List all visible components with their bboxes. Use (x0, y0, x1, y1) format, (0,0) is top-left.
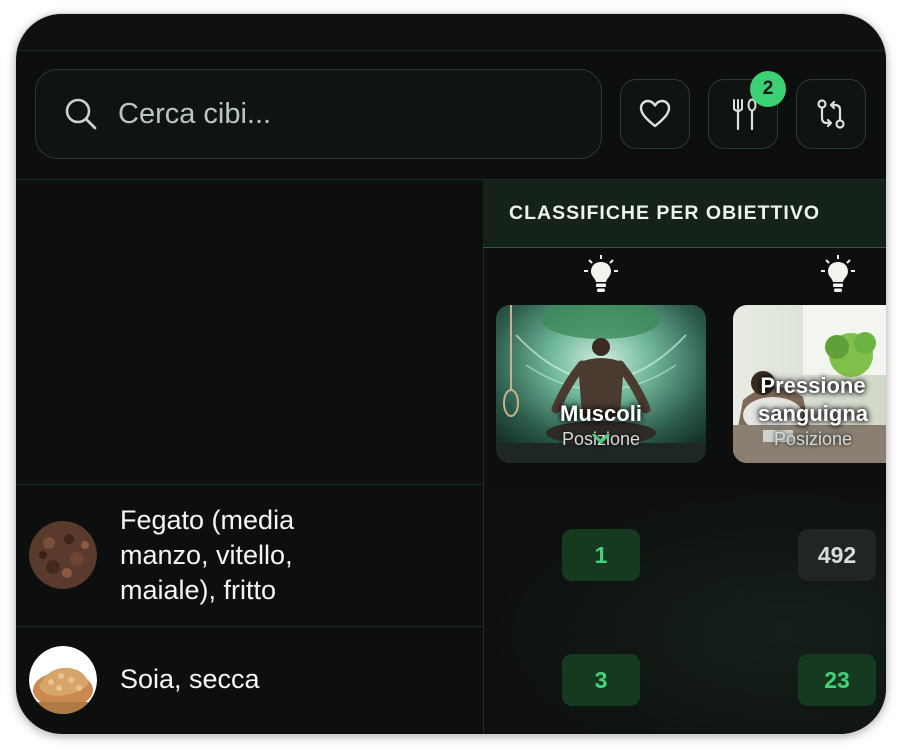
lightbulb-icon[interactable] (820, 254, 856, 296)
chevron-down-icon[interactable] (592, 433, 610, 445)
soy-image (29, 646, 97, 714)
rank-badge[interactable]: 3 (562, 654, 640, 706)
heart-icon (639, 99, 671, 128)
rank-badge[interactable]: 492 (798, 529, 876, 581)
favorites-button[interactable] (620, 79, 690, 149)
meal-button[interactable]: 2 (708, 71, 786, 149)
rankings-header: CLASSIFICHE PER OBIETTIVO (483, 180, 886, 248)
search-box[interactable] (35, 69, 602, 159)
goal-card-blood-pressure[interactable]: Pressione sanguigna Posizione (733, 305, 886, 463)
meal-count-badge: 2 (750, 71, 786, 107)
food-name[interactable]: Fegato (media manzo, vitello, maiale), f… (120, 503, 294, 608)
status-strip (16, 14, 886, 51)
goal-card-title: Muscoli (560, 401, 642, 426)
goal-card-title: sanguigna (757, 401, 868, 426)
food-name[interactable]: Soia, secca (120, 662, 260, 697)
app-screen: 2 CLASSIFICHE PER OBIETTIVO (16, 14, 886, 734)
compare-button[interactable] (796, 79, 866, 149)
rank-badge[interactable]: 23 (798, 654, 876, 706)
goal-card-muscles[interactable]: Muscoli Posizione (496, 305, 706, 463)
food-thumbnail (29, 646, 97, 714)
food-thumbnail (29, 521, 97, 589)
search-icon (65, 98, 97, 130)
rankings-header-label: CLASSIFICHE PER OBIETTIVO (509, 202, 821, 224)
goal-card-title: Pressione (760, 373, 866, 398)
compare-arrows-icon (817, 99, 845, 129)
search-input[interactable] (118, 97, 538, 131)
fried-liver-image (29, 521, 97, 589)
goal-card-subtitle: Posizione (773, 429, 853, 449)
lightbulb-icon[interactable] (583, 254, 619, 296)
rank-badge[interactable]: 1 (562, 529, 640, 581)
